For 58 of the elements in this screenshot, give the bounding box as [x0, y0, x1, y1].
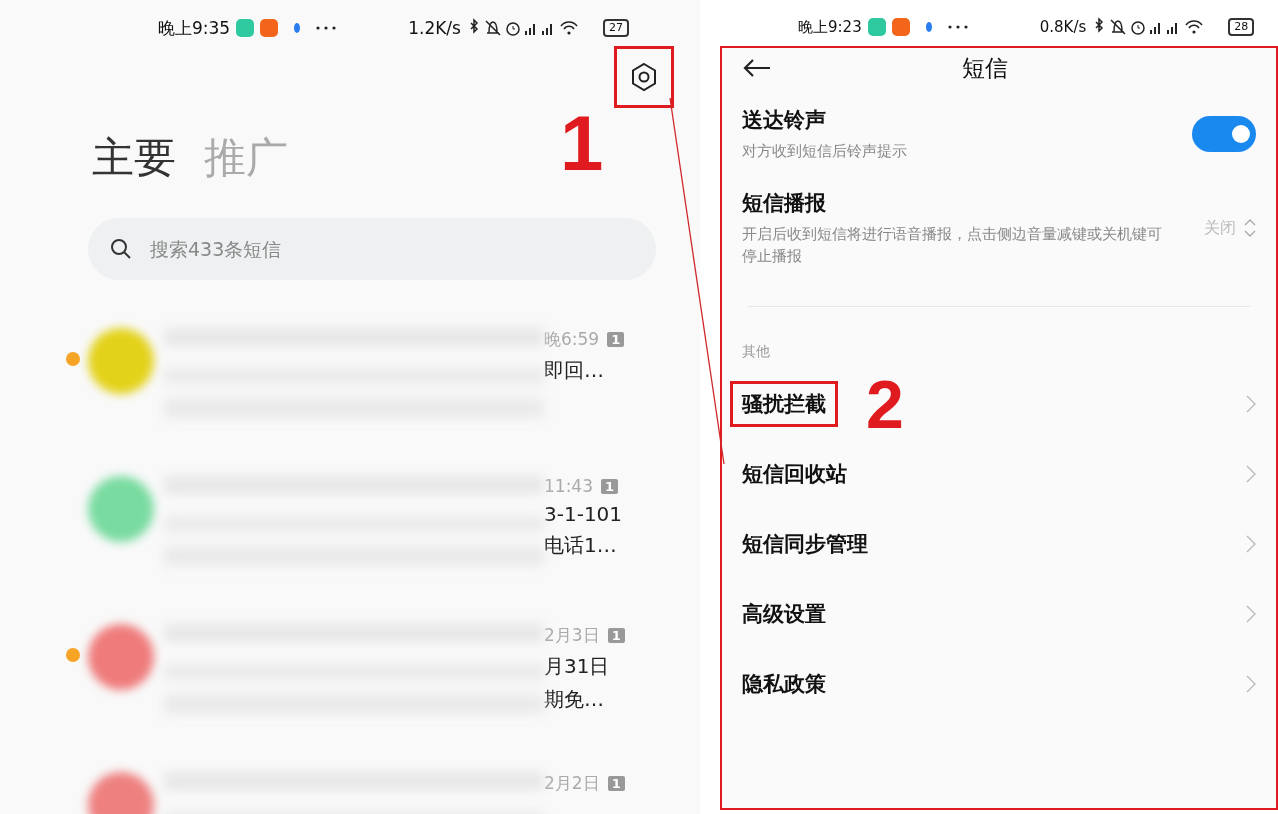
message-snippet: 即回… — [544, 357, 605, 384]
setting-title: 隐私政策 — [741, 670, 827, 698]
chevron-right-icon — [1246, 674, 1256, 693]
app-notification-icon — [891, 18, 910, 36]
setting-description: 开启后收到短信将进行语音播报，点击侧边音量减键或关机键可停止播报 — [742, 223, 1163, 267]
setting-title: 短信回收站 — [741, 460, 848, 488]
status-time: 晚上9:23 — [798, 17, 862, 37]
setting-title: 短信播报 — [742, 189, 827, 217]
message-time: 2月2日 — [544, 772, 600, 795]
message-snippet: 3-1-101 — [544, 502, 624, 526]
settings-button[interactable] — [614, 46, 674, 108]
drop-icon — [294, 23, 301, 33]
sim-badge: 1 — [607, 628, 625, 643]
step-number: 2 — [866, 369, 904, 438]
search-icon — [110, 238, 132, 260]
chevron-right-icon — [1246, 394, 1256, 413]
category-tab[interactable]: 主要 — [92, 130, 176, 186]
back-arrow-icon[interactable] — [742, 58, 772, 78]
settings-list-item[interactable]: 骚扰拦截 2 — [730, 368, 1256, 439]
battery-level: 28 — [1228, 18, 1255, 36]
setting-title: 骚扰拦截 — [730, 380, 838, 427]
chevron-right-icon — [1246, 464, 1256, 483]
status-time: 晚上9:35 — [158, 16, 231, 40]
app-notification-icon — [236, 19, 255, 37]
message-time: 晚6:59 — [544, 328, 600, 351]
message-time: 11:43 — [544, 476, 593, 496]
settings-list-item[interactable]: 隐私政策 — [730, 648, 1256, 719]
sim-badge: 1 — [607, 776, 625, 791]
message-snippet: 期免… — [544, 686, 605, 713]
chevron-right-icon — [1246, 534, 1256, 553]
search-field[interactable]: 搜索433条短信 — [88, 218, 656, 280]
battery-level: 27 — [602, 19, 629, 37]
app-notification-icon — [867, 18, 886, 36]
drop-icon — [925, 22, 932, 32]
more-dots-icon — [947, 25, 968, 29]
page-title: 短信 — [962, 53, 1008, 83]
setting-title: 高级设置 — [741, 600, 827, 628]
settings-icon — [630, 62, 658, 92]
setting-title: 送达铃声 — [742, 107, 827, 134]
app-notification-icon — [260, 19, 279, 37]
step-number: 1 — [560, 104, 604, 182]
message-snippet: 月31日 — [544, 653, 611, 680]
message-snippet: 电话1… — [544, 532, 618, 559]
sim-badge: 1 — [607, 332, 625, 347]
network-speed: 1.2K/s — [408, 18, 461, 38]
message-time: 2月3日 — [544, 624, 600, 647]
toggle-switch[interactable] — [1192, 116, 1256, 153]
settings-list-item[interactable]: 高级设置 — [730, 578, 1256, 649]
section-header: 其他 — [742, 341, 771, 361]
setting-description: 对方收到短信后铃声提示 — [742, 141, 908, 162]
setting-title: 短信同步管理 — [741, 530, 869, 558]
more-dots-icon — [316, 26, 337, 30]
settings-list-item[interactable]: 短信回收站 — [730, 438, 1256, 509]
settings-list-item[interactable]: 短信同步管理 — [730, 508, 1256, 579]
network-speed: 0.8K/s — [1039, 18, 1087, 36]
up-down-chevron-icon — [1244, 218, 1256, 238]
sim-badge: 1 — [601, 478, 619, 494]
chevron-right-icon — [1246, 604, 1256, 623]
